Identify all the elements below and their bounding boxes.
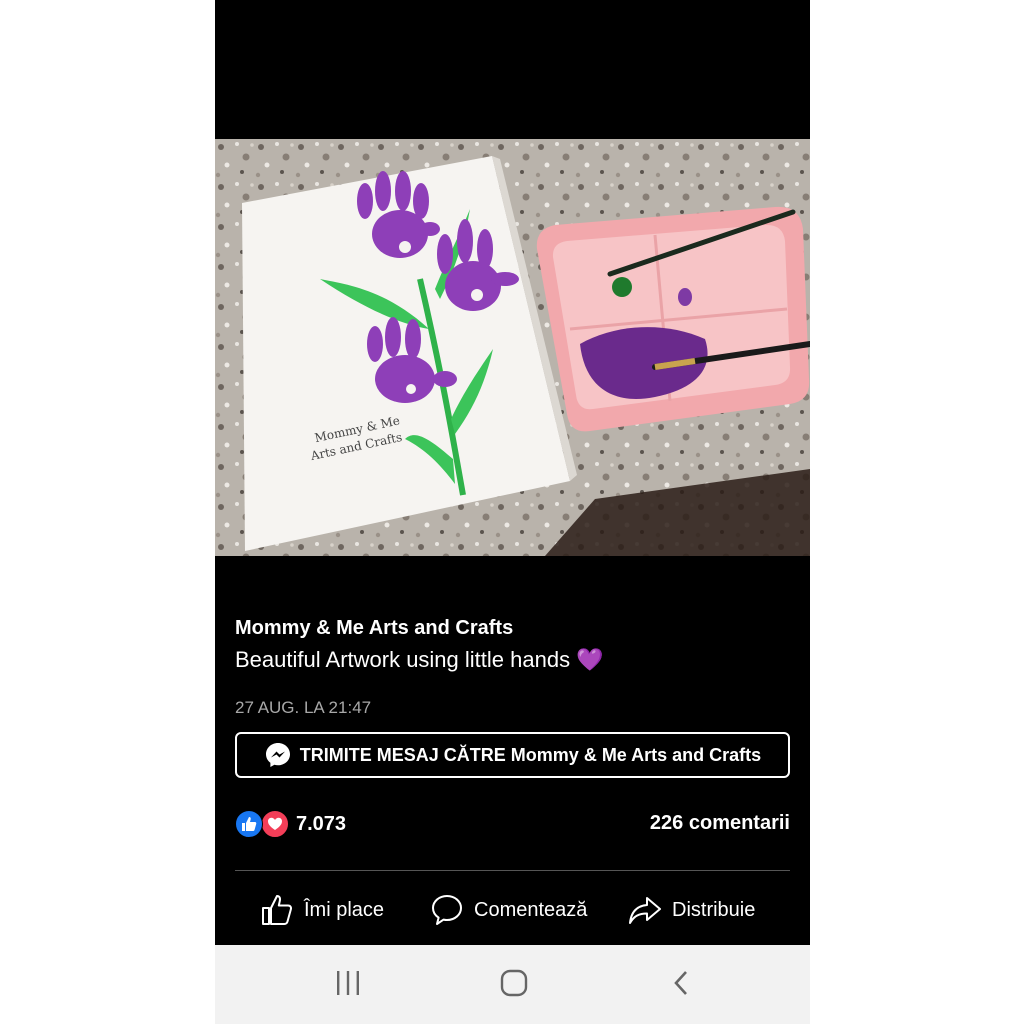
comment-label: Comentează [474,898,588,921]
post-caption: Beautiful Artwork using little hands 💜 [235,647,603,673]
messenger-icon [265,743,290,767]
comment-button[interactable]: Comentează [430,890,587,930]
share-arrow-icon [629,897,661,924]
page-name[interactable]: Mommy & Me Arts and Crafts [235,617,513,640]
share-button[interactable]: Distribuie [628,890,755,930]
divider [235,870,790,871]
comment-icon [432,895,462,925]
send-message-label: TRIMITE MESAJ CĂTRE Mommy & Me Arts and … [299,744,762,765]
comments-count[interactable]: 226 comentarii [650,812,790,835]
love-icon [261,810,289,838]
thumbs-up-icon [262,895,293,925]
reaction-count: 7.073 [296,812,347,835]
post-viewer: Mommy & Me Arts and Crafts Mommy & Me Ar… [215,0,810,1024]
share-label: Distribuie [672,898,756,921]
home-icon[interactable] [498,967,530,999]
back-icon[interactable] [667,967,695,999]
reactions-summary[interactable]: 7.073 [235,810,346,838]
post-timestamp: 27 AUG. LA 21:47 [235,698,372,717]
purple-heart-emoji: 💜 [576,647,604,672]
like-label: Îmi place [304,898,385,921]
send-message-button[interactable]: TRIMITE MESAJ CĂTRE Mommy & Me Arts and … [235,732,790,778]
like-icon [235,810,263,838]
recent-apps-icon[interactable] [333,967,363,999]
system-navigation-bar [215,945,810,1024]
like-button[interactable]: Îmi place [260,890,384,930]
caption-text: Beautiful Artwork using little hands [235,647,571,672]
post-photo[interactable]: Mommy & Me Arts and Crafts [215,139,810,556]
